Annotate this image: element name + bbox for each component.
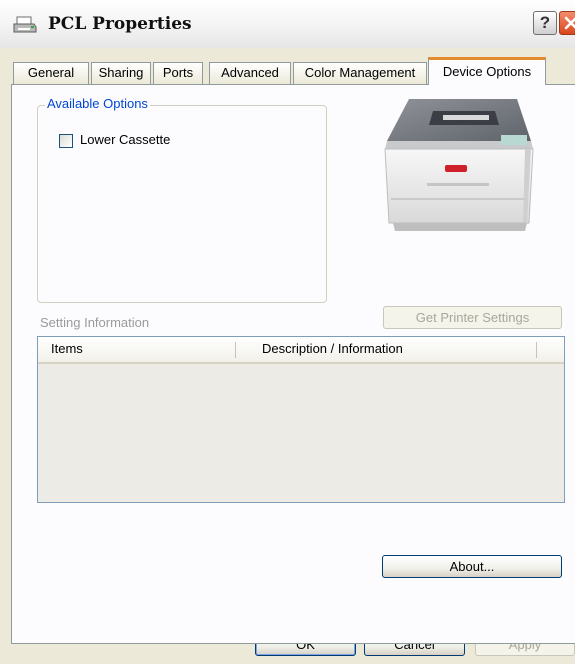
tab-device-options[interactable]: Device Options [428, 57, 546, 85]
column-header-items[interactable]: Items [51, 341, 83, 356]
lower-cassette-label[interactable]: Lower Cassette [80, 132, 170, 147]
settings-list[interactable]: Items Description / Information [37, 336, 565, 503]
properties-window: PCL Properties ? General Sharing Ports A… [0, 0, 575, 664]
window-title: PCL Properties [48, 14, 192, 34]
get-printer-settings-button[interactable]: Get Printer Settings [383, 306, 562, 329]
column-divider[interactable] [536, 342, 537, 358]
close-button[interactable] [559, 11, 575, 35]
tab-advanced[interactable]: Advanced [209, 62, 291, 84]
setting-information-label: Setting Information [40, 315, 150, 330]
tab-sharing[interactable]: Sharing [91, 62, 151, 84]
tab-general[interactable]: General [13, 62, 89, 84]
available-options-legend: Available Options [45, 96, 150, 111]
printer-icon [13, 16, 37, 33]
about-button[interactable]: About... [382, 555, 562, 578]
close-icon [564, 16, 575, 30]
list-header: Items Description / Information [38, 337, 564, 364]
tab-ports[interactable]: Ports [153, 62, 203, 84]
column-header-description[interactable]: Description / Information [262, 341, 403, 356]
tab-color-management[interactable]: Color Management [293, 62, 427, 84]
lower-cassette-checkbox[interactable] [59, 134, 73, 148]
column-divider[interactable] [235, 342, 236, 358]
title-bar[interactable]: PCL Properties ? [0, 0, 575, 48]
help-button[interactable]: ? [533, 11, 557, 35]
printer-image [384, 99, 534, 231]
